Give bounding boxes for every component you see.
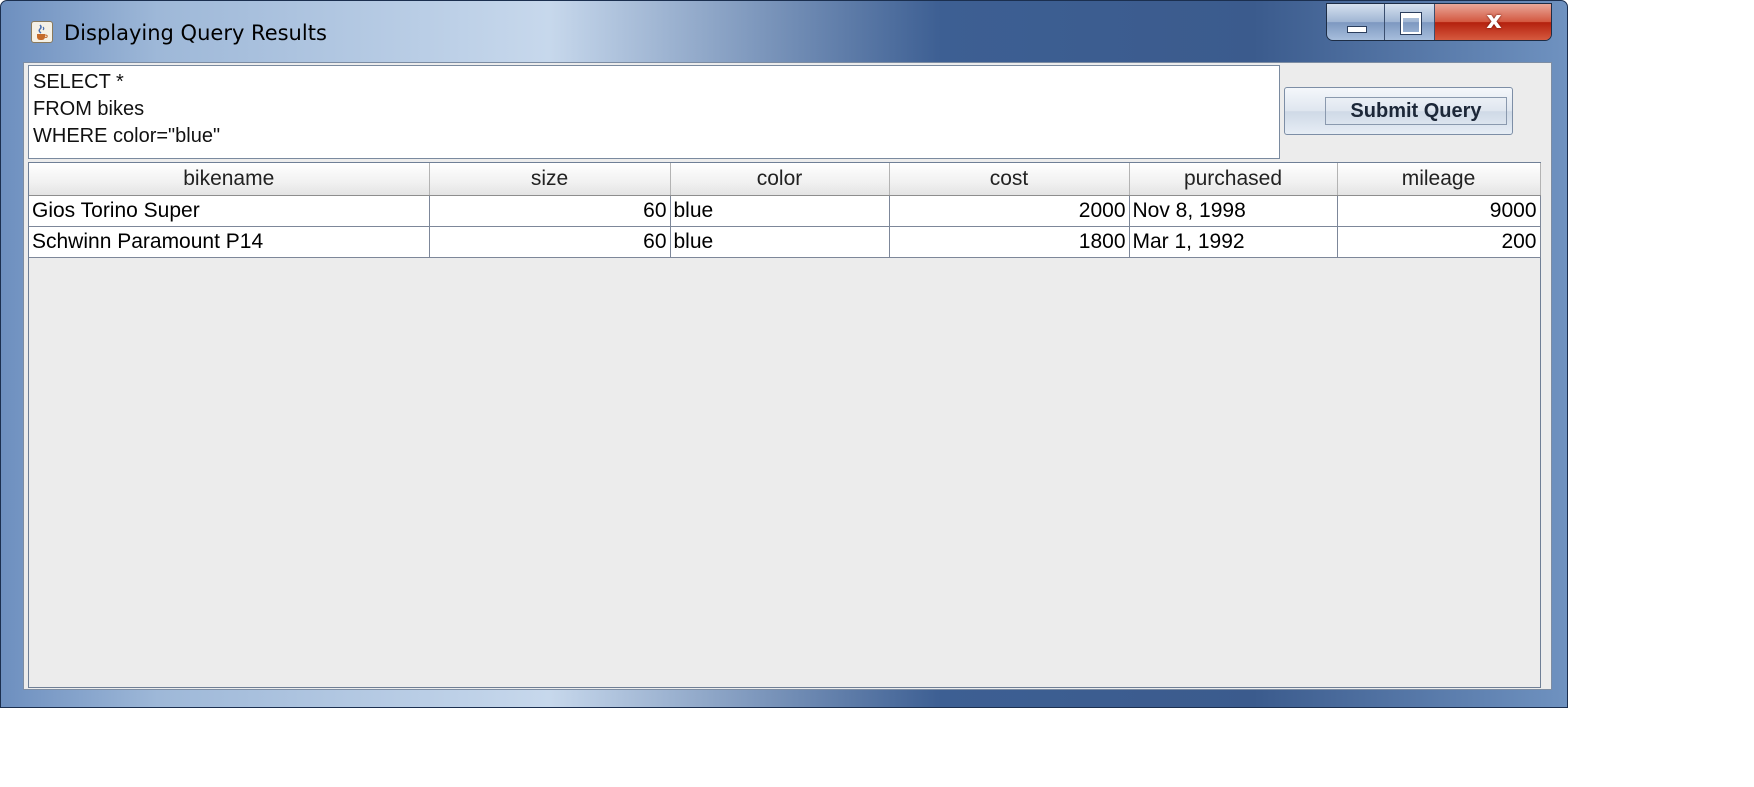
cell-color[interactable]: blue bbox=[670, 226, 890, 258]
column-header-mileage[interactable]: mileage bbox=[1337, 163, 1541, 196]
cell-bikename[interactable]: Gios Torino Super bbox=[29, 195, 430, 227]
column-header-color[interactable]: color bbox=[670, 163, 890, 196]
cell-size[interactable]: 60 bbox=[429, 226, 671, 258]
cell-size[interactable]: 60 bbox=[429, 195, 671, 227]
column-header-cost[interactable]: cost bbox=[889, 163, 1130, 196]
submit-query-button[interactable]: Submit Query bbox=[1284, 87, 1513, 135]
cell-cost[interactable]: 2000 bbox=[889, 195, 1130, 227]
java-cup-icon[interactable] bbox=[31, 21, 53, 43]
cell-bikename[interactable]: Schwinn Paramount P14 bbox=[29, 226, 430, 258]
column-header-size[interactable]: size bbox=[429, 163, 671, 196]
content-pane: SELECT * FROM bikes WHERE color="blue" S… bbox=[23, 62, 1552, 690]
cell-color[interactable]: blue bbox=[670, 195, 890, 227]
close-button[interactable]: x bbox=[1435, 4, 1551, 40]
submit-query-label: Submit Query bbox=[1325, 97, 1507, 125]
query-line: FROM bikes bbox=[33, 98, 145, 120]
query-line: WHERE color="blue" bbox=[33, 125, 221, 147]
maximize-button[interactable] bbox=[1385, 4, 1435, 40]
column-header-purchased[interactable]: purchased bbox=[1129, 163, 1338, 196]
minimize-button[interactable] bbox=[1327, 4, 1385, 40]
app-window: Displaying Query Results x SELECT * FROM… bbox=[0, 0, 1568, 708]
column-header-bikename[interactable]: bikename bbox=[29, 163, 430, 196]
cell-mileage[interactable]: 200 bbox=[1337, 226, 1541, 258]
query-line: SELECT * bbox=[33, 71, 124, 93]
cell-purchased[interactable]: Mar 1, 1992 bbox=[1129, 226, 1338, 258]
cell-mileage[interactable]: 9000 bbox=[1337, 195, 1541, 227]
maximize-icon bbox=[1401, 13, 1421, 34]
table-row[interactable]: Schwinn Paramount P14 60 blue 1800 Mar 1… bbox=[29, 226, 1541, 258]
minimize-icon bbox=[1347, 26, 1367, 33]
table-row[interactable]: Gios Torino Super 60 blue 2000 Nov 8, 19… bbox=[29, 195, 1541, 227]
cell-cost[interactable]: 1800 bbox=[889, 226, 1130, 258]
close-icon: x bbox=[1486, 6, 1502, 34]
table-header-row: bikename size color cost purchased milea… bbox=[29, 163, 1541, 196]
cell-purchased[interactable]: Nov 8, 1998 bbox=[1129, 195, 1338, 227]
window-title: Displaying Query Results bbox=[64, 21, 327, 45]
title-bar[interactable]: Displaying Query Results x bbox=[1, 1, 1567, 59]
window-controls: x bbox=[1326, 3, 1552, 41]
results-table[interactable]: bikename size color cost purchased milea… bbox=[28, 162, 1541, 688]
query-textarea[interactable]: SELECT * FROM bikes WHERE color="blue" bbox=[28, 65, 1280, 159]
